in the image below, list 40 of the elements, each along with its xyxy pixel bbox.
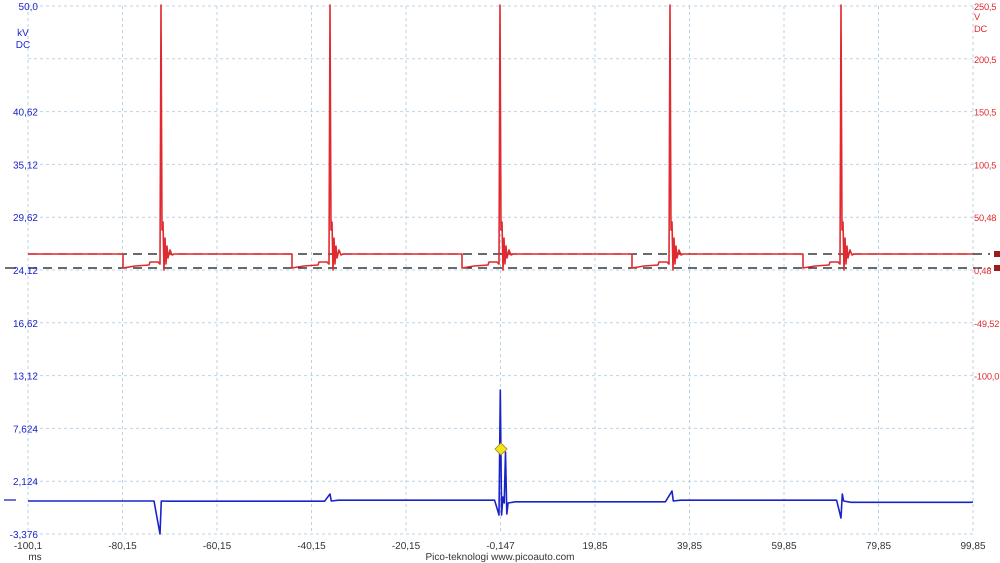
axis-label: 79,85 <box>866 541 892 552</box>
axis-label: 16,62 <box>12 318 38 330</box>
axis-label: 99,85 <box>960 541 986 552</box>
coupling-label: DC <box>974 24 988 34</box>
axis-label: -49,52 <box>974 318 1000 329</box>
axis-label: 0,48 <box>974 266 992 276</box>
axis-label: -3,376 <box>10 530 38 541</box>
reference-marker-icon[interactable] <box>5 267 16 269</box>
channel-marker-icon[interactable] <box>4 499 16 501</box>
unit-label: kV <box>17 28 29 39</box>
axis-label: 59,85 <box>771 541 797 552</box>
axis-label: 50,0 <box>18 2 38 13</box>
axis-label: 19,85 <box>582 541 608 552</box>
axis-label: 100,5 <box>974 160 996 170</box>
axis-label: 40,62 <box>12 108 38 119</box>
axis-label: -80,15 <box>108 541 137 552</box>
axis-label: -20,15 <box>392 541 420 552</box>
level-marker-icon[interactable] <box>994 265 1000 271</box>
unit-label: V <box>974 12 980 22</box>
axis-label: -40,15 <box>297 541 326 552</box>
unit-label: ms <box>28 552 42 563</box>
footer-text: Pico-teknologi www.picoauto.com <box>426 552 574 563</box>
axis-label: -100,0 <box>974 372 1000 382</box>
axis-label: 150,5 <box>974 108 996 118</box>
axis-label: -60,15 <box>202 541 232 552</box>
level-marker-icon[interactable] <box>994 251 1000 257</box>
axis-label: 2,124 <box>12 477 38 488</box>
axis-label: 200,5 <box>974 54 996 65</box>
trigger-icon[interactable] <box>494 442 508 456</box>
axis-label: 24,12 <box>12 266 38 277</box>
axis-label: -0,147 <box>486 541 515 552</box>
axis-label: 29,62 <box>12 213 38 224</box>
axis-label: 39,85 <box>676 541 702 552</box>
axis-label: 13,12 <box>12 372 38 383</box>
axis-label: 35,12 <box>12 160 38 172</box>
axis-label: 50,48 <box>974 213 996 224</box>
axis-label: 7,624 <box>12 424 38 436</box>
axis-label: 250,5 <box>974 2 996 12</box>
coupling-label: DC <box>16 40 30 51</box>
axis-label: -100,1 <box>14 541 42 552</box>
